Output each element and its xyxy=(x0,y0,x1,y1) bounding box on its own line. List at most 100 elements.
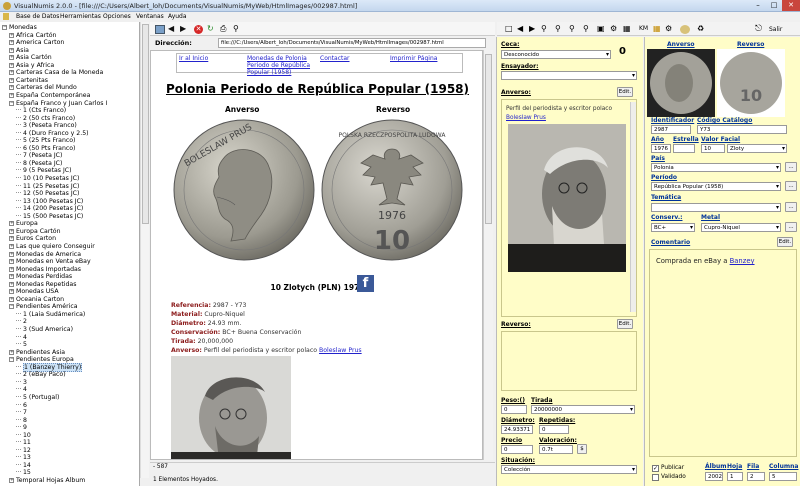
expand-icon[interactable]: + xyxy=(9,259,14,265)
publicar-checkbox[interactable]: ✓ xyxy=(652,465,659,472)
expand-icon[interactable]: + xyxy=(9,236,14,242)
exit-icon[interactable]: ⎋ xyxy=(755,25,762,34)
expand-icon[interactable]: + xyxy=(9,47,14,53)
facebook-icon[interactable]: f xyxy=(357,275,374,292)
prus-link[interactable]: Boleslaw Prus xyxy=(319,347,362,354)
new-record-icon[interactable]: □ xyxy=(505,25,513,33)
expand-icon[interactable]: + xyxy=(9,478,14,483)
logo-icon[interactable] xyxy=(155,25,165,34)
calendar-icon[interactable]: ▦ xyxy=(653,25,661,33)
collapse-icon[interactable]: − xyxy=(9,357,14,363)
menu-ayuda[interactable]: Ayuda xyxy=(168,13,187,20)
tirada-input[interactable]: 20000000 xyxy=(531,405,635,414)
expand-icon[interactable]: + xyxy=(9,85,14,91)
nav-print-link[interactable]: Imprimir Página xyxy=(390,55,437,62)
ensayador-select[interactable] xyxy=(501,71,637,80)
reverso-edit-button[interactable]: Edit. xyxy=(617,319,633,329)
refresh-icon[interactable]: ↻ xyxy=(207,25,214,33)
album-input[interactable]: 2002 xyxy=(705,472,723,481)
stop-icon[interactable]: ✕ xyxy=(194,25,203,34)
trash-icon[interactable]: ♻ xyxy=(697,25,704,33)
export-icon[interactable]: ▦ xyxy=(623,25,631,33)
anverso-text-area[interactable]: Perfil del periodista y escritor polaco … xyxy=(501,99,637,317)
nav-home-link[interactable]: Ir al Inicio xyxy=(179,55,208,62)
next-record-icon[interactable]: ▶ xyxy=(529,25,535,33)
ceca-select[interactable]: Desconocido xyxy=(501,50,611,59)
diametro-input[interactable]: 24.93371 xyxy=(501,425,533,434)
forward-icon[interactable]: ▶ xyxy=(180,25,186,33)
anverso-link[interactable]: Boleslaw Prus xyxy=(506,115,546,121)
thumb-reverse-frame[interactable]: 10 xyxy=(717,49,785,117)
expand-icon[interactable]: + xyxy=(9,296,14,302)
nav-category-link[interactable]: Monedas de Polonia Periodo de República … xyxy=(247,55,317,76)
settings-icon[interactable]: ⚙ xyxy=(665,25,672,33)
expand-icon[interactable]: + xyxy=(9,289,14,295)
tree-scrollbar[interactable] xyxy=(140,22,149,478)
periodo-select[interactable]: República Popular (1958) xyxy=(651,182,781,191)
valor-facial-input[interactable]: 10 xyxy=(701,144,725,153)
comentario-link[interactable]: Banzey xyxy=(730,257,755,265)
menu-ventanas[interactable]: Ventanas xyxy=(136,13,164,20)
web-scrollbar[interactable] xyxy=(483,50,493,460)
collection-tree[interactable]: − Monedas + Africa Cartón + America Carton + As… xyxy=(0,22,140,486)
repetidas-input[interactable]: 0 xyxy=(539,425,569,434)
fila-input[interactable]: 2 xyxy=(747,472,765,481)
comentario-text-area[interactable]: Comprada en eBay a Banzey xyxy=(649,249,797,457)
peso-input[interactable]: 0 xyxy=(501,405,527,414)
maximize-button[interactable]: □ xyxy=(766,0,782,11)
close-button[interactable]: ✕ xyxy=(782,0,800,11)
valor-unit-select[interactable]: Zloty xyxy=(727,144,787,153)
expand-icon[interactable]: + xyxy=(9,228,14,234)
app-menu-icon[interactable] xyxy=(3,13,9,20)
pais-more-button[interactable]: ... xyxy=(785,162,797,172)
conserv-select[interactable]: BC+ xyxy=(651,223,695,232)
expand-icon[interactable]: + xyxy=(9,62,14,68)
expand-icon[interactable]: + xyxy=(9,221,14,227)
collapse-icon[interactable]: − xyxy=(2,25,7,30)
estrella-input[interactable] xyxy=(673,144,695,153)
previous-record-icon[interactable]: ◀ xyxy=(517,25,523,33)
thumb-obverse-frame[interactable] xyxy=(647,49,715,117)
expand-icon[interactable]: + xyxy=(9,70,14,76)
back-icon[interactable]: ◀ xyxy=(168,25,174,33)
menu-opciones[interactable]: Opciones xyxy=(103,13,131,20)
print-icon[interactable]: ⎙ xyxy=(220,25,226,33)
ano-input[interactable]: 1976 xyxy=(651,144,671,153)
codigo-input[interactable]: Y73 xyxy=(697,125,787,134)
expand-icon[interactable]: + xyxy=(9,55,14,61)
reverso-text-area[interactable] xyxy=(501,331,637,391)
precio-input[interactable]: 0 xyxy=(501,445,533,454)
expand-icon[interactable]: + xyxy=(9,274,14,280)
anverso-edit-button[interactable]: Edit. xyxy=(617,87,633,97)
expand-icon[interactable]: + xyxy=(9,77,14,83)
find-all-icon[interactable]: ⚲ xyxy=(583,25,589,33)
binoculars-icon[interactable]: ⚲ xyxy=(541,25,547,33)
expand-icon[interactable]: + xyxy=(9,40,14,46)
expand-icon[interactable]: + xyxy=(9,266,14,272)
menu-herramientas[interactable]: Herramientas xyxy=(60,13,101,20)
tools-icon[interactable]: ⚙ xyxy=(610,25,617,33)
expand-icon[interactable]: + xyxy=(9,92,14,98)
situacion-select[interactable]: Colección xyxy=(501,465,637,474)
search-icon[interactable]: ⚲ xyxy=(233,25,239,33)
expand-icon[interactable]: + xyxy=(9,251,14,257)
exit-button[interactable]: Salir xyxy=(769,26,782,34)
find-icon[interactable]: ⚲ xyxy=(555,25,561,33)
collapse-icon[interactable]: − xyxy=(9,100,14,106)
tematica-more-button[interactable]: ... xyxy=(785,202,797,212)
validado-checkbox[interactable] xyxy=(652,474,659,481)
expand-icon[interactable]: + xyxy=(9,243,14,249)
tematica-select[interactable] xyxy=(651,203,781,212)
pais-select[interactable]: Polonia xyxy=(651,163,781,172)
minimize-button[interactable]: – xyxy=(750,0,766,11)
nav-contact-link[interactable]: Contactar xyxy=(320,55,350,62)
tree-scroll-thumb[interactable] xyxy=(142,24,149,224)
metal-more-button[interactable]: ... xyxy=(785,222,797,232)
find-next-icon[interactable]: ⚲ xyxy=(569,25,575,33)
address-input[interactable]: file:///C:/Users/Albert_loh/Documents/Vi… xyxy=(218,38,486,48)
hoja-input[interactable]: 1 xyxy=(727,472,743,481)
collapse-icon[interactable]: − xyxy=(9,304,14,310)
expand-icon[interactable]: + xyxy=(9,281,14,287)
valoracion-input[interactable]: 0.7t xyxy=(539,445,573,454)
expand-icon[interactable]: + xyxy=(9,349,14,355)
